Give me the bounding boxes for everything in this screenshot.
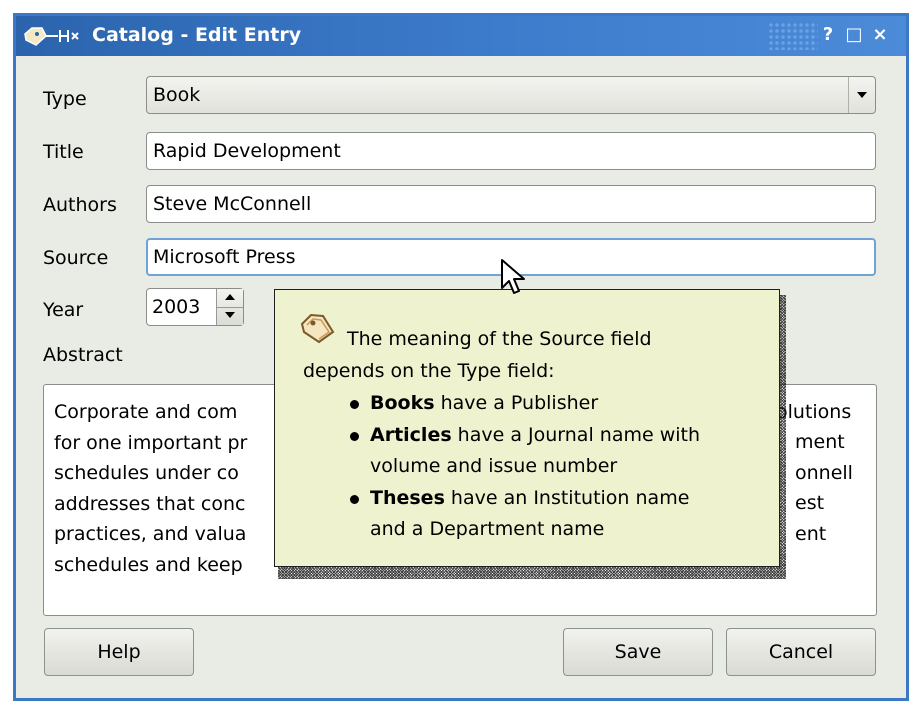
title-bar[interactable]: Catalog - Edit Entry ? □ × <box>16 16 906 56</box>
tooltip-line: depends on the Type field: <box>303 360 555 382</box>
bullet-icon <box>350 494 359 504</box>
abstract-line-tail: est <box>795 492 825 514</box>
spin-down-icon[interactable] <box>217 307 243 325</box>
type-label: Type <box>43 88 87 110</box>
abstract-label: Abstract <box>43 344 123 366</box>
tooltip-item-text: have an Institution name <box>444 486 690 509</box>
window-title: Catalog - Edit Entry <box>92 24 302 46</box>
mouse-cursor-icon <box>501 259 525 294</box>
year-spinbox[interactable]: 2003 <box>146 288 244 326</box>
help-button[interactable]: Help <box>44 628 194 676</box>
tooltip-item-bold: Articles <box>370 423 452 446</box>
tooltip-item-text: and a Department name <box>370 518 605 540</box>
source-tooltip: The meaning of the Source field depends … <box>274 289 780 567</box>
tooltip-item-text: volume and issue number <box>370 455 618 477</box>
year-value: 2003 <box>152 296 201 318</box>
year-label: Year <box>43 299 84 321</box>
edit-entry-window: Catalog - Edit Entry ? □ × Type Book Tit… <box>13 13 909 701</box>
chevron-down-icon[interactable] <box>848 77 875 113</box>
source-label: Source <box>43 247 109 269</box>
title-label: Title <box>43 141 84 163</box>
tooltip-item-text: have a Publisher <box>434 392 599 414</box>
bullet-icon <box>350 431 359 441</box>
tag-icon <box>300 313 335 344</box>
title-field[interactable]: Rapid Development <box>146 132 876 170</box>
close-button[interactable]: × <box>870 24 890 46</box>
spin-up-icon[interactable] <box>217 289 243 308</box>
abstract-line-tail: ent <box>795 523 827 545</box>
help-titlebar-button[interactable]: ? <box>818 24 838 46</box>
year-stepper <box>216 289 243 325</box>
authors-field[interactable]: Steve McConnell <box>146 185 876 223</box>
abstract-line-tail: ment <box>795 431 845 453</box>
bullet-icon <box>350 400 359 409</box>
authors-label: Authors <box>43 194 117 216</box>
tooltip-item-text: have a Journal name with <box>451 423 701 446</box>
save-button[interactable]: Save <box>563 628 713 676</box>
tooltip-item-bold: Theses <box>370 486 445 509</box>
tooltip-item-bold: Books <box>370 392 435 414</box>
type-select[interactable]: Book <box>146 76 876 114</box>
cancel-button[interactable]: Cancel <box>726 628 876 676</box>
maximize-button[interactable]: □ <box>844 24 864 46</box>
abstract-line-tail: onnell <box>795 462 853 484</box>
titlebar-pattern <box>768 22 818 50</box>
type-value: Book <box>153 84 201 106</box>
abstract-line-tail: olutions <box>776 401 852 423</box>
tag-icon <box>24 27 79 46</box>
tooltip-line: The meaning of the Source field <box>347 328 652 350</box>
